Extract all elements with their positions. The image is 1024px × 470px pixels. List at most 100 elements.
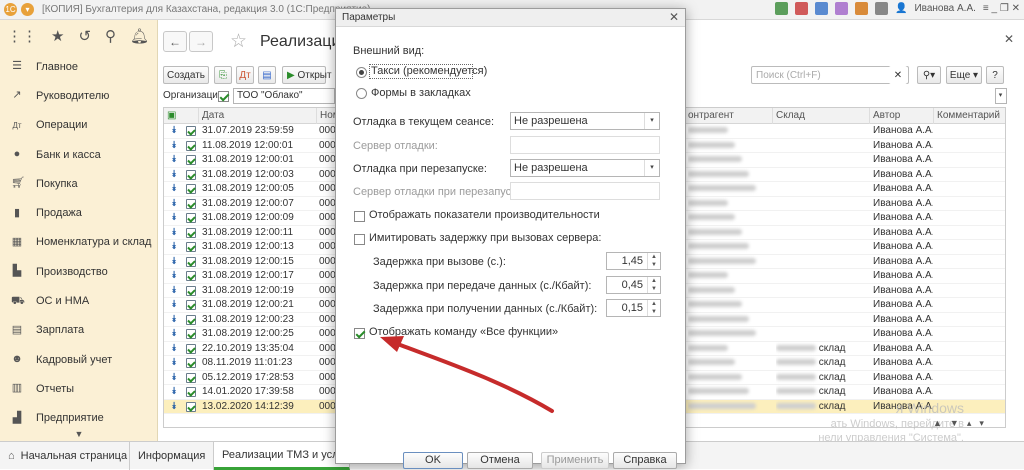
- radio-taxi-label[interactable]: Такси (рекомендуется): [371, 65, 487, 77]
- sidebar-item-fixed-assets[interactable]: ⛟ ОС и НМА: [0, 286, 157, 315]
- cell-warehouse: [776, 313, 870, 327]
- save-icon[interactable]: [834, 2, 848, 15]
- calendar-icon[interactable]: [814, 2, 828, 15]
- sidebar-item-hr[interactable]: ☻ Кадровый учет: [0, 345, 157, 374]
- list-icon[interactable]: ▤: [258, 66, 276, 84]
- sidebar-item-main[interactable]: ☰ Главное: [0, 52, 157, 81]
- delay-checkbox[interactable]: [354, 234, 365, 245]
- sidebar-item-sales[interactable]: ▮ Продажа: [0, 198, 157, 227]
- bell-icon[interactable]: 🔔︎: [130, 27, 149, 45]
- sidebar-item-manager[interactable]: ↗ Руководителю: [0, 81, 157, 110]
- perf-checkbox[interactable]: [354, 211, 365, 222]
- radio-taxi[interactable]: [356, 67, 367, 78]
- search-icon[interactable]: ⚲▾: [917, 66, 941, 84]
- favorites-icon[interactable]: ★: [51, 27, 64, 45]
- sidebar-item-label: Руководителю: [36, 89, 110, 102]
- cell-warehouse: [776, 240, 870, 254]
- document-icon: [186, 169, 196, 180]
- search-input[interactable]: Поиск (Ctrl+F): [751, 66, 909, 84]
- cell-warehouse: склад: [776, 385, 870, 399]
- user-name[interactable]: Иванова А.А.: [914, 3, 975, 14]
- app-menu-icon[interactable]: ▾: [21, 3, 34, 16]
- apps-grid-icon[interactable]: ⋮⋮: [7, 27, 37, 45]
- calculator-icon[interactable]: [774, 2, 788, 15]
- recv-delay-input[interactable]: 0,15 ▲ ▼: [606, 299, 661, 317]
- sidebar-item-nomenclature[interactable]: ▦ Номенклатура и склад: [0, 228, 157, 257]
- debug-restart-server-input[interactable]: [510, 182, 660, 200]
- back-button[interactable]: ←: [163, 31, 187, 52]
- sidebar-item-production[interactable]: ▙ Производство: [0, 257, 157, 286]
- col-warehouse[interactable]: Склад: [773, 108, 870, 124]
- delay-label[interactable]: Имитировать задержку при вызовах сервера…: [369, 232, 601, 244]
- help-button[interactable]: Справка: [613, 452, 677, 469]
- copy-icon[interactable]: ⎘: [214, 66, 232, 84]
- all-functions-label[interactable]: Отображать команду «Все функции»: [369, 326, 558, 338]
- spinner-icon[interactable]: ▲ ▼: [647, 300, 660, 316]
- sidebar-item-operations[interactable]: Дт Операции: [0, 111, 157, 140]
- sidebar-item-label: Кадровый учет: [36, 353, 113, 366]
- cell-date: 08.11.2019 11:01:23: [202, 357, 293, 368]
- radio-tabs[interactable]: [356, 88, 367, 99]
- tab-home[interactable]: ⌂ Начальная страница: [0, 442, 130, 470]
- sidebar-scroll-down-icon[interactable]: ▼: [0, 429, 158, 441]
- window-menu-icon[interactable]: ≡ _ ❐ ✕: [983, 3, 1020, 14]
- tab-sales-tmz[interactable]: Реализации ТМЗ и услуг: [214, 442, 350, 470]
- col-number[interactable]: Номе: [317, 108, 337, 124]
- spinner-icon[interactable]: ▲ ▼: [647, 277, 660, 293]
- header-status-icon[interactable]: ▣: [164, 108, 199, 124]
- posted-chevron-icon: ⯯: [171, 342, 177, 354]
- col-comment[interactable]: Комментарий: [934, 108, 1005, 124]
- clear-search-icon[interactable]: ✕: [889, 66, 907, 84]
- close-icon[interactable]: ✕: [1004, 32, 1014, 46]
- org-filter-checkbox[interactable]: [218, 91, 229, 102]
- col-date[interactable]: Дата: [199, 108, 317, 124]
- col-author[interactable]: Автор: [870, 108, 934, 124]
- create-button[interactable]: Создать: [163, 66, 209, 84]
- cell-date: 31.08.2019 12:00:05: [202, 183, 294, 194]
- favorite-star-icon[interactable]: ☆: [230, 30, 247, 53]
- history-icon[interactable]: [794, 2, 808, 15]
- org-dropdown-icon[interactable]: ▾: [995, 88, 1007, 104]
- debug-server-input[interactable]: [510, 136, 660, 154]
- sidebar-item-bank[interactable]: ● Банк и касса: [0, 140, 157, 169]
- cell-author: Иванова А.А.: [873, 371, 933, 383]
- cell-warehouse-text: склад: [818, 386, 846, 397]
- app-logo-icon[interactable]: 1С: [4, 3, 17, 16]
- cell-author: Иванова А.А.: [873, 154, 933, 165]
- help-button[interactable]: ?: [986, 66, 1004, 84]
- cell-warehouse-text: склад: [818, 400, 846, 412]
- org-field[interactable]: ТОО "Облако": [233, 88, 335, 104]
- ok-button[interactable]: OK: [403, 452, 463, 469]
- dialog-close-icon[interactable]: ✕: [669, 10, 679, 24]
- perf-label[interactable]: Отображать показатели производительности: [369, 209, 600, 221]
- cell-date: 11.08.2019 12:00:01: [202, 139, 294, 151]
- debug-restart-select[interactable]: Не разрешена ▾: [510, 159, 660, 177]
- more-button[interactable]: Еще ▾: [946, 66, 982, 84]
- sidebar-item-purchase[interactable]: 🛒︎ Покупка: [0, 169, 157, 198]
- history-icon[interactable]: ↺: [78, 27, 91, 45]
- send-delay-input[interactable]: 0,45 ▲ ▼: [606, 276, 661, 294]
- cancel-button[interactable]: Отмена: [467, 452, 533, 469]
- tab-info[interactable]: Информация: [130, 442, 214, 470]
- cell-date: 31.08.2019 12:00:07: [202, 197, 294, 209]
- mplus-icon[interactable]: [854, 2, 868, 15]
- forward-button[interactable]: →: [189, 31, 213, 52]
- dt-kt-icon[interactable]: Дт: [236, 66, 254, 84]
- table-nav-icons[interactable]: ▲▼▴▾: [933, 418, 992, 429]
- all-functions-checkbox[interactable]: [354, 328, 365, 339]
- bell-icon[interactable]: [874, 2, 888, 15]
- col-counterparty[interactable]: онтрагент: [685, 108, 773, 124]
- cell-warehouse: [776, 284, 870, 298]
- search-icon[interactable]: ⚲: [105, 27, 116, 45]
- radio-tabs-label[interactable]: Формы в закладках: [371, 87, 471, 99]
- debug-session-select[interactable]: Не разрешена ▾: [510, 112, 660, 130]
- sidebar-item-salary[interactable]: ▤ Зарплата: [0, 316, 157, 345]
- sidebar-item-reports[interactable]: ▥ Отчеты: [0, 374, 157, 403]
- sidebar-item-label: Отчеты: [36, 382, 75, 395]
- call-delay-input[interactable]: 1,45 ▲ ▼: [606, 252, 661, 270]
- document-icon: [186, 387, 196, 397]
- open-button[interactable]: ▶ Открыт: [282, 66, 332, 84]
- posted-chevron-icon: ⯯: [171, 284, 177, 296]
- apply-button[interactable]: Применить: [541, 452, 609, 469]
- spinner-icon[interactable]: ▲ ▼: [647, 253, 660, 269]
